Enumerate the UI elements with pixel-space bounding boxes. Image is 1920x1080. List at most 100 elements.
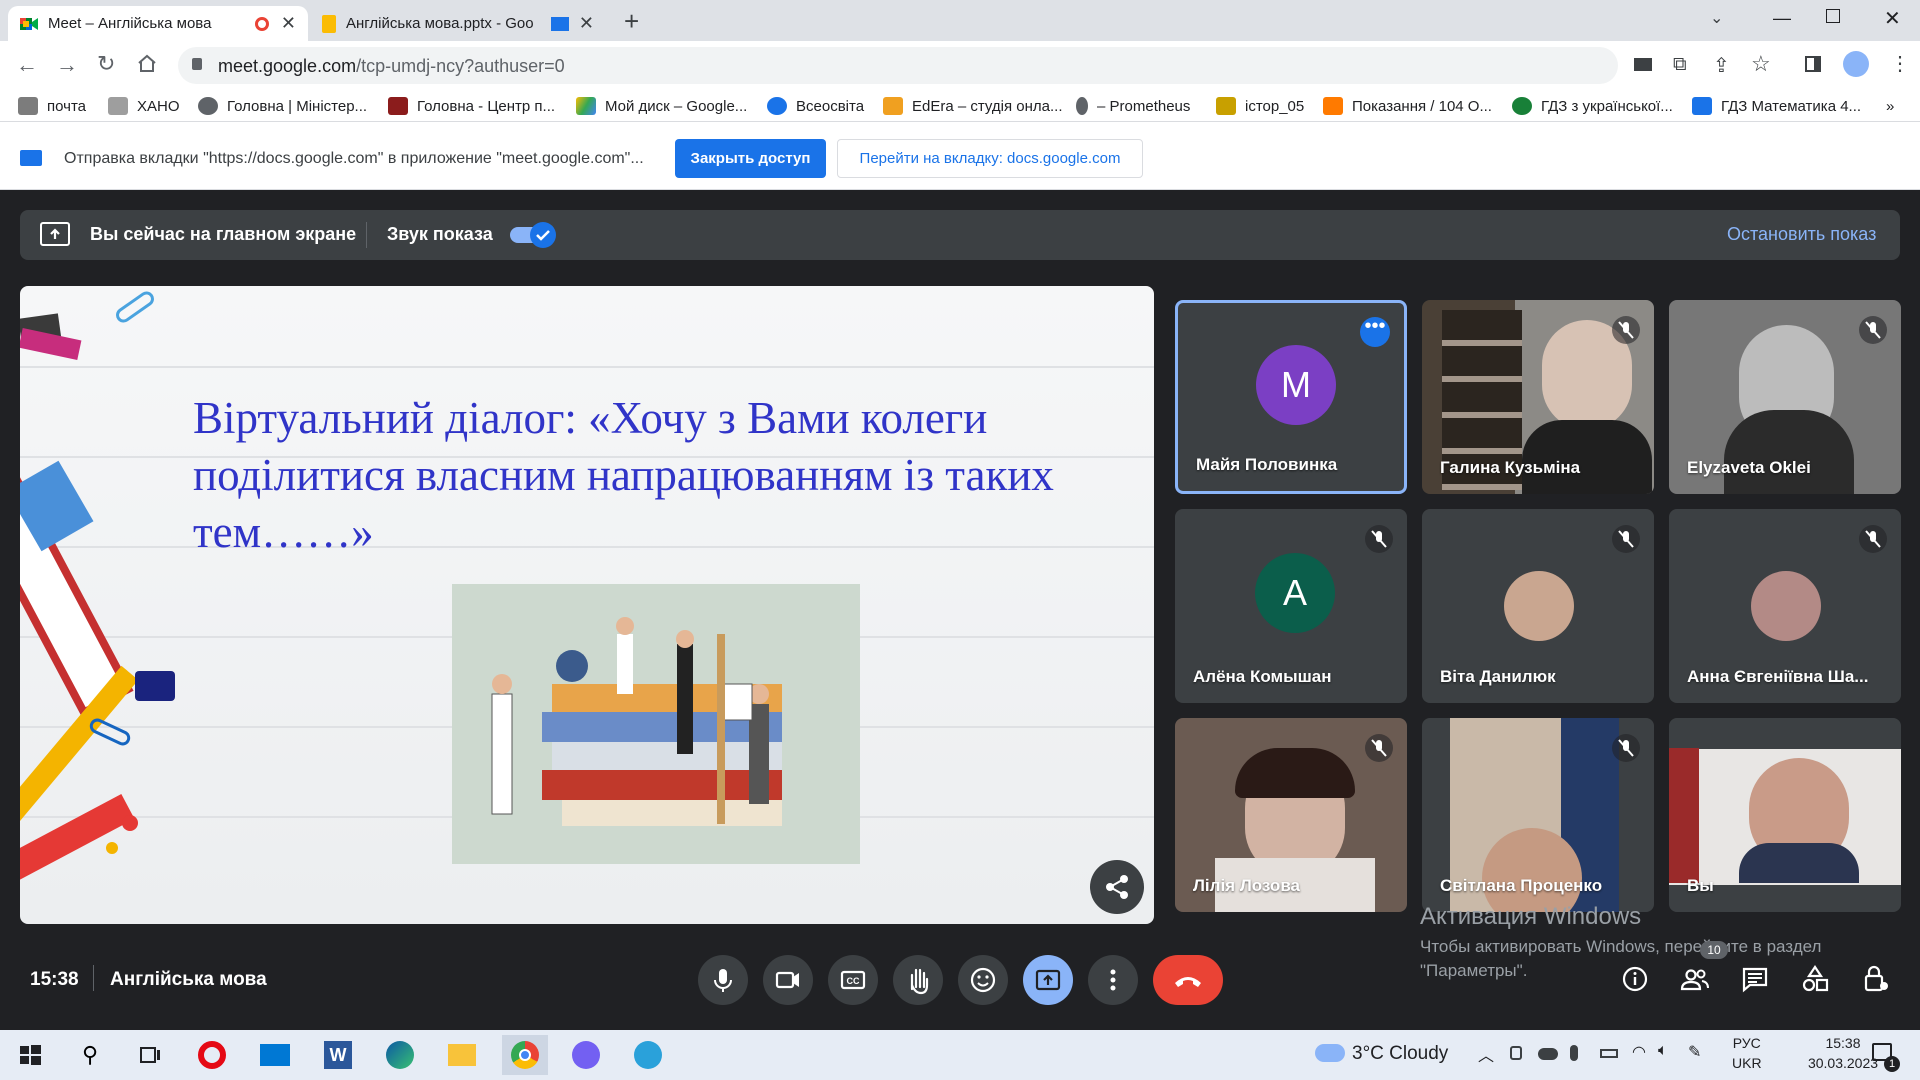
- close-tab-icon[interactable]: ✕: [281, 13, 296, 34]
- lock-icon[interactable]: [192, 58, 202, 70]
- bookmark-item[interactable]: Головна - Центр п...: [388, 95, 555, 117]
- wifi-icon[interactable]: ◠: [1632, 1042, 1646, 1062]
- bookmark-item[interactable]: EdEra – студія онла...: [883, 95, 1063, 117]
- close-tab-icon[interactable]: ✕: [579, 13, 594, 34]
- opera-icon[interactable]: [192, 1035, 232, 1075]
- minimize-icon[interactable]: —: [1773, 8, 1791, 29]
- switch-to-tab-button[interactable]: Перейти на вкладку: docs.google.com: [837, 139, 1143, 178]
- url-text[interactable]: meet.google.com/tcp-umdj-ncy?authuser=0: [218, 56, 565, 77]
- host-controls-button[interactable]: [1858, 962, 1892, 996]
- bookmark-item[interactable]: ГДЗ Математика 4...: [1692, 95, 1861, 117]
- search-icon[interactable]: ⚲: [70, 1035, 110, 1075]
- bookmark-item[interactable]: Головна | Міністер...: [198, 95, 367, 117]
- back-icon[interactable]: ←: [16, 52, 38, 78]
- chevron-up-icon[interactable]: ︿: [1478, 1042, 1494, 1066]
- reload-icon[interactable]: ↻: [97, 51, 115, 77]
- tab-search-icon[interactable]: ⌄: [1710, 8, 1723, 28]
- stop-presenting-button[interactable]: Остановить показ: [1727, 224, 1876, 245]
- participant-tile[interactable]: Галина Кузьміна: [1422, 300, 1654, 494]
- camera-button[interactable]: [763, 955, 813, 1005]
- share-options-button[interactable]: [1090, 860, 1144, 914]
- bookmark-label: Головна - Центр п...: [417, 97, 556, 115]
- check-icon: [536, 230, 550, 241]
- chat-button[interactable]: [1738, 962, 1772, 996]
- bookmark-item[interactable]: почта: [18, 95, 86, 117]
- pen-icon[interactable]: ✎: [1688, 1042, 1701, 1062]
- google-slides-icon: [322, 14, 336, 33]
- battery-icon[interactable]: [1600, 1049, 1618, 1058]
- side-panel-icon[interactable]: [1805, 56, 1821, 72]
- bookmark-label: EdEra – студія онла...: [912, 97, 1063, 115]
- microphone-button[interactable]: [698, 955, 748, 1005]
- info-icon: [1622, 966, 1648, 992]
- task-view-icon[interactable]: [130, 1035, 170, 1075]
- chrome-icon[interactable]: [502, 1035, 548, 1075]
- maximize-icon[interactable]: [1826, 9, 1840, 23]
- participant-name: Лілія Лозова: [1193, 876, 1300, 895]
- bookmark-item[interactable]: Всеосвіта: [767, 95, 864, 117]
- mail-icon[interactable]: [255, 1035, 295, 1075]
- more-options-icon[interactable]: •••: [1360, 316, 1390, 347]
- browser-menu-icon[interactable]: ⋮: [1890, 51, 1910, 76]
- screen-share-tab-icon: [550, 16, 569, 31]
- participant-tile[interactable]: Elyzaveta Oklei: [1669, 300, 1901, 494]
- bookmark-icon: [1216, 97, 1236, 115]
- chat-icon: [1742, 967, 1768, 993]
- meeting-details-button[interactable]: [1618, 962, 1652, 996]
- new-tab-button[interactable]: +: [624, 6, 639, 37]
- participant-tile[interactable]: Віта Данилюк: [1422, 509, 1654, 703]
- tab-title: Англійська мова.pptx - Goo: [346, 15, 534, 32]
- microphone-tray-icon[interactable]: [1570, 1045, 1578, 1061]
- participant-tile[interactable]: Анна Євгеніївна Ша...: [1669, 509, 1901, 703]
- mic-off-icon: [1365, 734, 1393, 762]
- open-in-new-icon[interactable]: ⧉: [1673, 54, 1687, 76]
- teachers-illustration: [452, 584, 860, 864]
- bookmark-item[interactable]: Показання / 104 О...: [1323, 95, 1492, 117]
- captions-button[interactable]: CC: [828, 955, 878, 1005]
- activities-button[interactable]: [1798, 962, 1832, 996]
- windows-start-icon[interactable]: [10, 1035, 50, 1075]
- bookmark-item[interactable]: істор_05: [1216, 95, 1304, 117]
- tab-slides[interactable]: Англійська мова.pptx - Goo ✕: [310, 6, 606, 41]
- bookmark-item[interactable]: – Prometheus: [1076, 95, 1190, 117]
- close-window-icon[interactable]: ✕: [1884, 6, 1901, 31]
- slide-title: Віртуальний діалог: «Хочу з Вами колеги …: [193, 393, 1054, 557]
- raise-hand-button[interactable]: [893, 955, 943, 1005]
- reactions-button[interactable]: [958, 955, 1008, 1005]
- stop-sharing-button[interactable]: Закрыть доступ: [675, 139, 826, 178]
- bookmarks-more-button[interactable]: »: [1886, 95, 1894, 117]
- onedrive-icon[interactable]: [1538, 1048, 1558, 1060]
- forward-icon[interactable]: →: [56, 52, 78, 78]
- people-button[interactable]: [1678, 962, 1712, 996]
- present-now-button[interactable]: [1023, 955, 1073, 1005]
- bookmark-item[interactable]: ГДЗ з української...: [1512, 95, 1673, 117]
- more-options-button[interactable]: [1088, 955, 1138, 1005]
- profile-avatar[interactable]: [1843, 51, 1869, 77]
- edge-icon[interactable]: [380, 1035, 420, 1075]
- home-icon[interactable]: [137, 54, 157, 72]
- language-indicator[interactable]: РУС UKR: [1732, 1035, 1762, 1071]
- tab-meet[interactable]: Meet – Англійська мова ✕: [8, 6, 308, 41]
- participant-tile[interactable]: Лілія Лозова: [1175, 718, 1407, 912]
- captions-icon: CC: [840, 970, 866, 990]
- telegram-icon[interactable]: [628, 1035, 668, 1075]
- camera-in-use-icon[interactable]: [1634, 58, 1652, 71]
- participant-tile[interactable]: A Алёна Комышан: [1175, 509, 1407, 703]
- participant-tile[interactable]: M ••• Майя Половинка: [1175, 300, 1407, 494]
- participant-tile[interactable]: Світлана Проценко: [1422, 718, 1654, 912]
- bookmark-item[interactable]: ХАНО: [108, 95, 180, 117]
- participant-name: Галина Кузьміна: [1440, 458, 1581, 477]
- participant-tile[interactable]: Вы: [1669, 718, 1901, 912]
- viber-icon[interactable]: [566, 1035, 606, 1075]
- sound-toggle[interactable]: [510, 222, 556, 248]
- weather-text[interactable]: 3°C Cloudy: [1352, 1043, 1448, 1065]
- bookmark-star-icon[interactable]: ☆: [1751, 51, 1771, 77]
- word-icon[interactable]: W: [318, 1035, 358, 1075]
- tab-title: Meet – Англійська мова: [48, 15, 212, 32]
- leave-call-button[interactable]: [1153, 955, 1223, 1005]
- meet-tray-icon[interactable]: [1510, 1046, 1522, 1060]
- share-icon[interactable]: ⇪: [1713, 53, 1730, 78]
- bookmark-item[interactable]: Мой диск – Google...: [576, 95, 747, 117]
- file-explorer-icon[interactable]: [442, 1035, 482, 1075]
- volume-icon[interactable]: 🔈︎: [1658, 1042, 1668, 1060]
